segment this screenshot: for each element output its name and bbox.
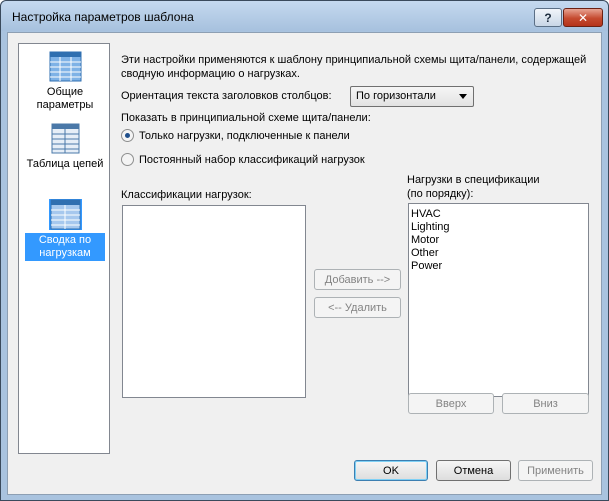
radio-connected-loads[interactable]: Только нагрузки, подключенные к панели <box>121 129 350 142</box>
dialog-body: Общие параметры Таблица цепей Сводка по … <box>7 32 602 495</box>
apply-button[interactable]: Применить <box>518 460 593 481</box>
close-icon: ✕ <box>577 10 589 25</box>
radio-button[interactable] <box>121 129 134 142</box>
add-button[interactable]: Добавить --> <box>314 269 401 290</box>
category-list: Общие параметры Таблица цепей Сводка по … <box>18 43 110 454</box>
settings-panel: Эти настройки применяются к шаблону прин… <box>116 43 596 453</box>
cancel-button[interactable]: Отмена <box>436 460 511 481</box>
list-item[interactable]: Power <box>411 260 586 273</box>
window-title: Настройка параметров шаблона <box>12 10 194 24</box>
spec-loads-list[interactable]: HVAC Lighting Motor Other Power <box>408 203 589 397</box>
dialog-window: Настройка параметров шаблона ? ✕ Общие п… <box>0 0 609 501</box>
move-down-button[interactable]: Вниз <box>502 393 589 414</box>
remove-button[interactable]: <-- Удалить <box>314 297 401 318</box>
show-in-schedule-label: Показать в принципиальной схеме щита/пан… <box>121 112 371 124</box>
help-button[interactable]: ? <box>534 8 562 27</box>
nav-item-circuits[interactable]: Таблица цепей <box>23 123 107 172</box>
summary-icon <box>48 199 82 230</box>
nav-item-label: Сводка по нагрузкам <box>25 233 105 261</box>
classifications-label: Классификации нагрузок: <box>121 189 252 201</box>
grid-icon <box>48 51 82 82</box>
list-item[interactable]: Other <box>411 247 586 260</box>
list-item[interactable]: HVAC <box>411 208 586 221</box>
orientation-label: Ориентация текста заголовков столбцов: <box>121 90 332 102</box>
close-button[interactable]: ✕ <box>563 8 603 27</box>
orientation-value: По горизонтали <box>356 90 436 102</box>
nav-item-load-summary[interactable]: Сводка по нагрузкам <box>23 199 107 261</box>
description-text: Эти настройки применяются к шаблону прин… <box>121 54 587 80</box>
list-item[interactable]: Motor <box>411 234 586 247</box>
spec-loads-label: Нагрузки в спецификации (по порядку): <box>407 173 540 201</box>
orientation-dropdown[interactable]: По горизонтали <box>350 86 474 107</box>
spec-label-line1: Нагрузки в спецификации <box>407 174 540 186</box>
radio-button[interactable] <box>121 153 134 166</box>
spec-label-line2: (по порядку): <box>407 188 474 200</box>
chevron-down-icon <box>459 94 467 99</box>
list-item[interactable]: Lighting <box>411 221 586 234</box>
nav-item-label: Общие параметры <box>36 86 94 111</box>
ok-button[interactable]: OK <box>354 460 428 481</box>
help-icon: ? <box>544 10 552 25</box>
radio-label: Постоянный набор классификаций нагрузок <box>139 153 365 166</box>
table-icon <box>48 123 82 154</box>
radio-label: Только нагрузки, подключенные к панели <box>139 129 350 142</box>
nav-item-general[interactable]: Общие параметры <box>23 51 107 113</box>
classifications-list[interactable] <box>122 205 306 398</box>
nav-item-label: Таблица цепей <box>26 158 104 170</box>
move-up-button[interactable]: Вверх <box>408 393 494 414</box>
title-bar[interactable]: Настройка параметров шаблона ? ✕ <box>1 1 608 31</box>
radio-fixed-set[interactable]: Постоянный набор классификаций нагрузок <box>121 153 365 166</box>
